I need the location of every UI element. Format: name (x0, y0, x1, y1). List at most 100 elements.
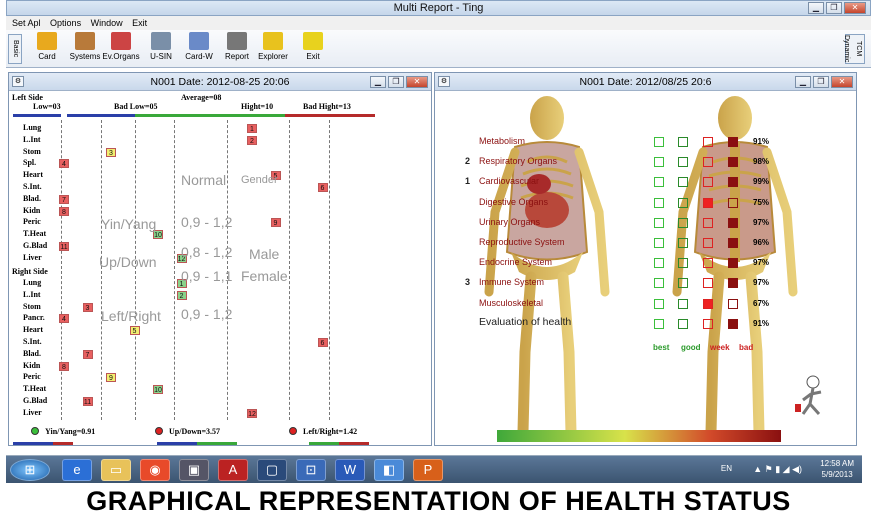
control-panel-icon[interactable]: ◧ (374, 459, 404, 481)
system-level-box[interactable] (703, 278, 713, 289)
system-level-box[interactable] (654, 278, 664, 289)
system-level-box[interactable] (654, 217, 664, 228)
right_side-value-marker[interactable]: 4 (59, 314, 69, 324)
window-maximize-button[interactable]: ❐ (388, 76, 404, 88)
app-icon[interactable]: ▣ (179, 459, 209, 481)
menu-exit[interactable]: Exit (132, 18, 147, 28)
system-level-box[interactable] (728, 217, 738, 228)
right_side-value-marker[interactable]: 3 (82, 302, 93, 312)
toolbar-button-evorgans[interactable]: Ev.Organs (102, 32, 140, 66)
system-level-box[interactable] (728, 298, 738, 309)
system-level-box[interactable] (678, 137, 688, 147)
right_side-value-marker[interactable]: 10 (153, 385, 163, 395)
system-level-box[interactable] (728, 238, 738, 248)
network-icon[interactable]: ⊡ (296, 459, 326, 481)
left_side-value-marker[interactable]: 8 (59, 206, 69, 216)
right_side-value-marker[interactable]: 5 (129, 326, 140, 336)
left_side-value-marker[interactable]: 11 (59, 242, 69, 251)
system-level-box[interactable] (654, 238, 664, 248)
system-level-box[interactable] (703, 157, 713, 168)
tab-tcm-dynamic[interactable]: TCM Dynamic (843, 34, 865, 64)
system-level-box[interactable] (654, 177, 664, 188)
folder-icon[interactable]: ▭ (101, 459, 131, 481)
window-close-button[interactable]: ✕ (831, 76, 853, 88)
system-level-box[interactable] (654, 258, 664, 269)
system-level-box[interactable] (678, 238, 688, 248)
access-icon[interactable]: A (218, 459, 248, 481)
system-level-box[interactable] (703, 298, 713, 309)
system-level-box[interactable] (678, 157, 688, 168)
window-minimize-button[interactable]: ▁ (370, 76, 386, 88)
window-menu-icon[interactable]: ⚙ (12, 76, 24, 87)
system-level-box[interactable] (728, 137, 738, 147)
right_side-value-marker[interactable]: 8 (59, 361, 69, 371)
system-level-box[interactable] (728, 157, 738, 168)
left_side-value-marker[interactable]: 9 (270, 218, 281, 228)
menu-set-apl[interactable]: Set Apl (12, 18, 41, 28)
right_side-value-marker[interactable]: 6 (317, 338, 328, 347)
chrome-icon[interactable]: ◉ (140, 459, 170, 481)
toolbar-button-card[interactable]: Card (28, 32, 66, 66)
toolbar-button-exit[interactable]: Exit (294, 32, 332, 66)
right_side-value-marker[interactable]: 7 (82, 349, 93, 359)
system-level-box[interactable] (678, 258, 688, 269)
toolbar-button-usin[interactable]: U-SIN (142, 32, 180, 66)
tray-icons[interactable]: ▲ ⚑ ▮ ◢ ◀) (753, 464, 802, 475)
system-level-box[interactable] (678, 177, 688, 188)
powerpoint-icon[interactable]: P (413, 459, 443, 481)
menu-window[interactable]: Window (91, 18, 123, 28)
left_side-value-marker[interactable]: 3 (106, 147, 116, 157)
toolbar-button-report[interactable]: Report (218, 32, 256, 66)
system-level-box[interactable] (703, 197, 713, 208)
system-level-box[interactable] (703, 238, 713, 248)
window-maximize-button[interactable]: ❐ (813, 76, 829, 88)
system-level-box[interactable] (728, 258, 738, 269)
window-menu-icon[interactable]: ⚙ (438, 76, 450, 87)
toolbar-button-systems[interactable]: Systems (66, 32, 104, 66)
left_side-value-marker[interactable]: 2 (247, 135, 257, 145)
system-level-box[interactable] (728, 318, 738, 329)
system-level-box[interactable] (703, 258, 713, 269)
toolbar-button-explorer[interactable]: Explorer (254, 32, 292, 66)
system-level-box[interactable] (678, 217, 688, 228)
window-close-button[interactable]: ✕ (406, 76, 428, 88)
system-level-box[interactable] (654, 137, 664, 147)
right_side-value-marker[interactable]: 11 (82, 397, 93, 406)
system-level-box[interactable] (703, 318, 713, 329)
system-level-box[interactable] (728, 278, 738, 289)
left_side-value-marker[interactable]: 7 (59, 194, 69, 204)
right_side-value-marker[interactable]: 2 (176, 290, 187, 300)
system-level-box[interactable] (654, 298, 664, 309)
window-minimize-button[interactable]: ▁ (795, 76, 811, 88)
ie-icon[interactable]: e (62, 459, 92, 481)
system-level-box[interactable] (678, 298, 688, 309)
system-level-box[interactable] (703, 177, 713, 188)
right_side-value-marker[interactable]: 9 (106, 373, 116, 383)
start-button[interactable]: ⊞ (10, 459, 50, 481)
system-level-box[interactable] (728, 197, 738, 208)
maximize-button[interactable]: ❐ (826, 2, 842, 14)
system-level-box[interactable] (678, 318, 688, 329)
minimize-button[interactable]: ▁ (808, 2, 824, 14)
system-level-box[interactable] (654, 318, 664, 329)
close-button[interactable]: ✕ (844, 2, 866, 14)
clock-time[interactable]: 12:58 AM (820, 458, 854, 469)
system-level-box[interactable] (654, 157, 664, 168)
system-level-box[interactable] (703, 137, 713, 147)
system-level-box[interactable] (678, 278, 688, 289)
left_side-value-marker[interactable]: 6 (317, 183, 328, 192)
toolbar-button-cardw[interactable]: Card-W (180, 32, 218, 66)
system-level-box[interactable] (728, 177, 738, 188)
system-level-box[interactable] (703, 217, 713, 228)
left_side-value-marker[interactable]: 1 (247, 124, 257, 133)
system-level-box[interactable] (654, 197, 664, 208)
menu-options[interactable]: Options (50, 18, 81, 28)
language-indicator[interactable]: EN (721, 464, 732, 473)
window-icon[interactable]: ▢ (257, 459, 287, 481)
system-level-box[interactable] (678, 197, 688, 208)
left_side-value-marker[interactable]: 4 (59, 159, 69, 169)
tab-basic[interactable]: Basic (8, 34, 22, 64)
right_side-value-marker[interactable]: 12 (247, 408, 257, 418)
clock-date[interactable]: 5/9/2013 (820, 469, 854, 480)
word-icon[interactable]: W (335, 459, 365, 481)
